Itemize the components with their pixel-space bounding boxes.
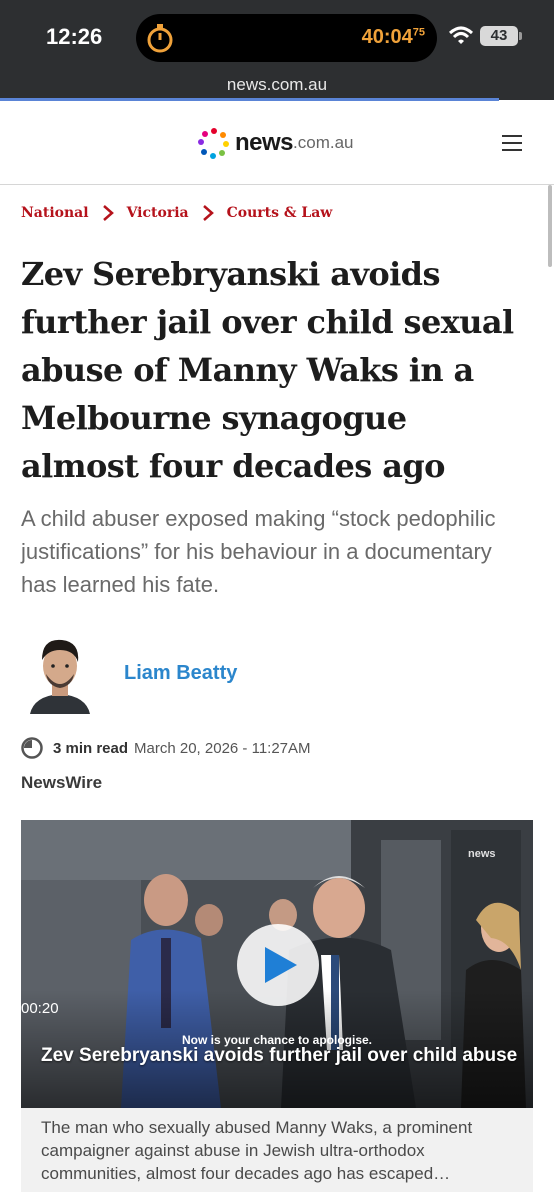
chevron-right-icon: [102, 205, 114, 221]
breadcrumb-courts-law[interactable]: Courts & Law: [227, 205, 333, 221]
article-source: NewsWire: [21, 773, 103, 792]
wifi-icon: [448, 26, 474, 44]
timer-icon: [147, 24, 173, 53]
dynamic-island[interactable]: 40:0475: [136, 14, 437, 62]
article-headline: Zev Serebryanski avoids further jail ove…: [21, 255, 514, 485]
author-avatar[interactable]: [24, 630, 96, 714]
timer-value: 40:04: [361, 26, 413, 48]
url-text[interactable]: news.com.au: [227, 75, 327, 94]
read-time: 3 min read: [53, 739, 129, 757]
status-time: 12:26: [46, 24, 103, 49]
site-header: news .com.au: [0, 101, 554, 185]
breadcrumb-national[interactable]: National: [21, 205, 89, 221]
article-standfirst: A child abuser exposed making “stock ped…: [21, 506, 496, 597]
status-bar: 12:26 40:0475 43: [0, 0, 554, 70]
address-bar[interactable]: news.com.au: [0, 70, 554, 100]
battery-icon: 43: [480, 26, 522, 46]
logo-text: news: [235, 129, 294, 156]
timer-fraction: 75: [412, 26, 425, 39]
video-title[interactable]: Zev Serebryanski avoids further jail ove…: [41, 1044, 521, 1068]
logo-suffix: .com.au: [293, 133, 354, 152]
publish-date: March 20, 2026 - 11:27AM: [134, 739, 311, 757]
clock-icon: [21, 737, 43, 759]
play-button[interactable]: [237, 924, 319, 1006]
article-meta: 3 min read March 20, 2026 - 11:27AM: [21, 737, 311, 759]
chevron-right-icon: [202, 205, 214, 221]
site-logo[interactable]: news .com.au: [198, 123, 354, 163]
video-description: The man who sexually abused Manny Waks, …: [21, 1108, 533, 1192]
breadcrumb-victoria[interactable]: Victoria: [127, 205, 189, 221]
breadcrumb: National Victoria Courts & Law: [21, 204, 332, 222]
video-watermark-logo: news: [468, 848, 496, 860]
menu-icon[interactable]: [502, 135, 522, 151]
author-name[interactable]: Liam Beatty: [124, 662, 237, 685]
play-icon: [265, 947, 297, 983]
video-duration: 00:20: [21, 1000, 59, 1017]
scrollbar[interactable]: [548, 185, 552, 267]
timer-readout: 40:0475: [362, 26, 425, 49]
logo-dots-icon: [198, 128, 229, 159]
